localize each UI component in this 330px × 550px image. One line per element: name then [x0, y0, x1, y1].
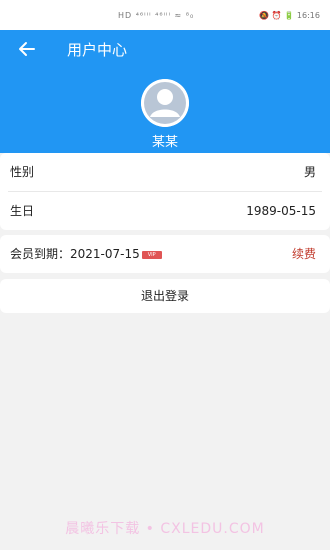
birthday-row[interactable]: 生日 1989-05-15: [0, 192, 330, 230]
gender-row[interactable]: 性别 男: [0, 153, 330, 191]
membership-card: 会员到期：2021-07-15 VIP 续费: [0, 235, 330, 273]
birthday-label: 生日: [10, 204, 35, 218]
status-time: 🔕 ⏰ 🔋 16:16: [259, 11, 320, 20]
app-bar: 用户中心: [0, 30, 330, 68]
logout-button[interactable]: 退出登录: [0, 279, 330, 313]
gender-value: 男: [303, 165, 316, 179]
status-bar: HD ⁴⁶ᴵᴵᴵ ⁴⁶ᴵᴵᴵ ≈ ⁸₀ 🔕 ⏰ 🔋 16:16: [0, 0, 330, 30]
user-name: 某某: [151, 135, 178, 150]
info-card: 性别 男 生日 1989-05-15: [0, 153, 330, 230]
avatar[interactable]: [141, 79, 189, 127]
membership-row: 会员到期：2021-07-15 VIP 续费: [0, 235, 330, 273]
birthday-value: 1989-05-15: [246, 204, 316, 218]
membership-info: 会员到期：2021-07-15 VIP: [10, 235, 162, 273]
membership-expiry: 2021-07-15: [70, 247, 140, 261]
page-title: 用户中心: [67, 41, 128, 59]
renew-button[interactable]: 续费: [292, 235, 316, 273]
watermark: 晨曦乐下载 • CXLEDU.COM: [65, 521, 265, 537]
vip-badge: VIP: [141, 250, 162, 259]
status-signal: HD ⁴⁶ᴵᴵᴵ ⁴⁶ᴵᴵᴵ ≈ ⁸₀: [118, 11, 195, 20]
gender-label: 性别: [10, 165, 35, 179]
membership-label: 会员到期：: [10, 247, 71, 261]
back-arrow-icon[interactable]: [16, 38, 38, 60]
profile-header: 某某: [0, 68, 330, 153]
user-avatar-icon: [141, 79, 189, 127]
